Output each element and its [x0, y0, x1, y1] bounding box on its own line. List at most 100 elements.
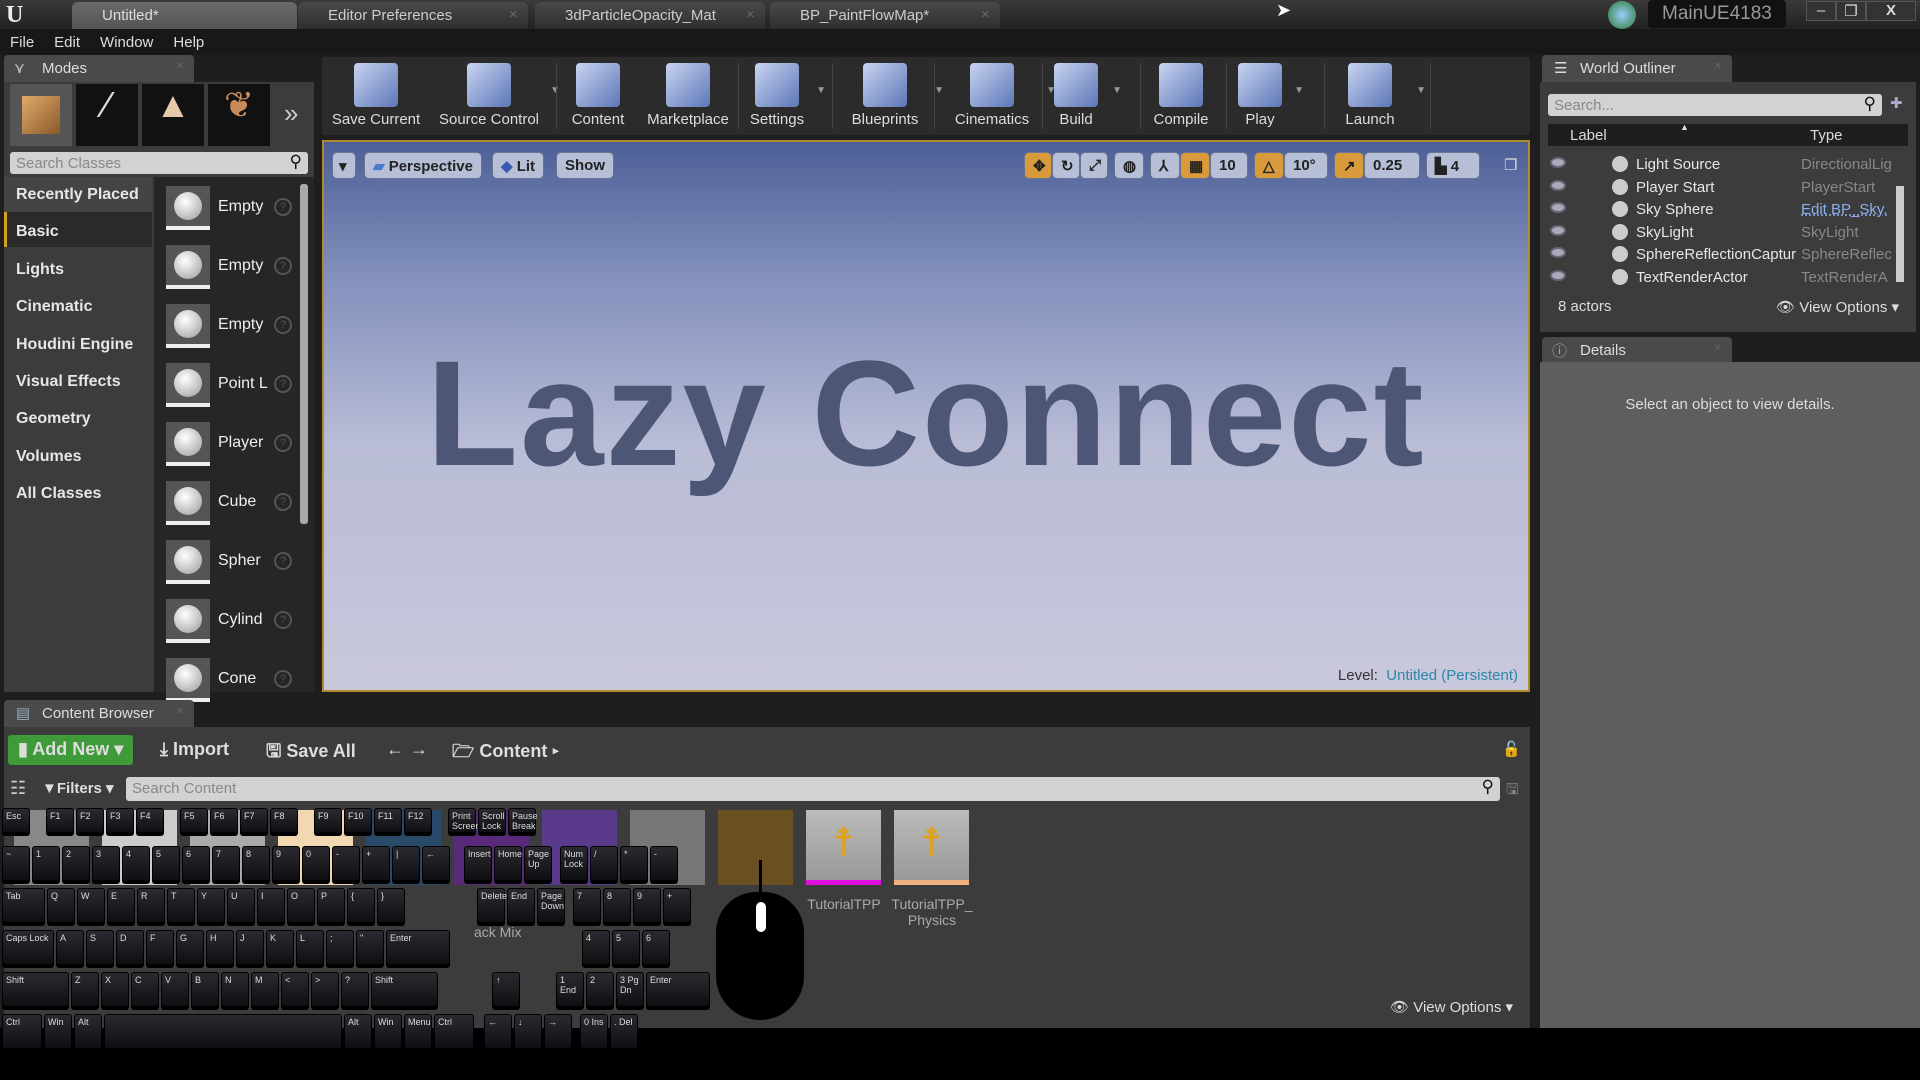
category-cinematic[interactable]: Cinematic: [16, 298, 92, 316]
close-icon[interactable]: ✕: [1714, 343, 1722, 354]
close-icon[interactable]: ✕: [176, 61, 184, 72]
category-volumes[interactable]: Volumes: [16, 448, 82, 466]
toolbar-cinematics-button[interactable]: Cinematics ▼: [944, 57, 1056, 135]
toolbar-build-button[interactable]: Build ▼: [1046, 57, 1122, 135]
toolbar-content-button[interactable]: Content: [566, 57, 630, 135]
help-icon[interactable]: ?: [274, 375, 292, 393]
sources-toggle-icon[interactable]: ☷: [10, 778, 26, 799]
close-icon[interactable]: ✕: [509, 8, 518, 21]
menu-file[interactable]: File: [0, 29, 44, 56]
place-mode-button[interactable]: [10, 84, 72, 146]
camera-speed-button[interactable]: ▙ 4: [1426, 152, 1480, 179]
close-icon[interactable]: ✕: [176, 706, 184, 717]
actor-type[interactable]: Edit BP_Sky.: [1801, 201, 1895, 218]
menu-help[interactable]: Help: [163, 29, 214, 56]
dropdown-arrow-icon[interactable]: ▼: [1294, 85, 1304, 96]
category-recently-placed[interactable]: Recently Placed: [16, 186, 139, 204]
dropdown-arrow-icon[interactable]: ▼: [816, 85, 826, 96]
placeable-item[interactable]: Empty?: [164, 304, 294, 356]
placeable-item[interactable]: Point L?: [164, 363, 294, 415]
visibility-eye-icon[interactable]: [1550, 270, 1566, 281]
tab-untitled[interactable]: Untitled*: [72, 2, 297, 29]
menu-edit[interactable]: Edit: [44, 29, 90, 56]
placeable-item[interactable]: Player?: [164, 422, 294, 474]
foliage-mode-button[interactable]: ❦: [208, 84, 270, 146]
rotation-snap-value[interactable]: 10°: [1284, 152, 1328, 179]
search-classes-input[interactable]: Search Classes ⚲: [10, 152, 308, 174]
visibility-eye-icon[interactable]: [1550, 247, 1566, 259]
help-icon[interactable]: ?: [274, 434, 292, 452]
outliner-row[interactable]: SphereReflectionCaptur SphereReflec: [1550, 244, 1910, 266]
category-houdini-engine[interactable]: Houdini Engine: [16, 336, 133, 354]
save-all-button[interactable]: 🖫 Save All: [260, 735, 362, 765]
maximize-button[interactable]: ❐: [1836, 1, 1866, 21]
close-icon[interactable]: ✕: [981, 8, 990, 21]
close-button[interactable]: X: [1866, 1, 1916, 21]
content-view-options[interactable]: 👁 View Options ▾: [1390, 998, 1513, 1016]
placeable-item[interactable]: Cylind?: [164, 599, 294, 651]
dropdown-arrow-icon[interactable]: ▼: [1112, 85, 1122, 96]
label-column-header[interactable]: Label: [1570, 127, 1607, 144]
outliner-row[interactable]: SkyLight SkyLight: [1550, 222, 1910, 244]
outliner-search-input[interactable]: Search... ⚲: [1548, 94, 1882, 116]
grid-size-value[interactable]: 10: [1210, 152, 1248, 179]
help-icon[interactable]: ?: [274, 257, 292, 275]
save-search-icon[interactable]: 🖫: [1506, 779, 1519, 804]
outliner-row[interactable]: TextRenderActor TextRenderA: [1550, 267, 1910, 289]
toolbar-marketplace-button[interactable]: Marketplace: [642, 57, 734, 135]
close-icon[interactable]: ✕: [746, 8, 755, 21]
placeable-item[interactable]: Empty?: [164, 245, 294, 297]
scale-snap-value[interactable]: 0.25: [1364, 152, 1420, 179]
category-geometry[interactable]: Geometry: [16, 410, 91, 428]
toolbar-play-button[interactable]: Play ▼: [1232, 57, 1304, 135]
show-button[interactable]: Show: [556, 152, 614, 179]
help-icon[interactable]: ?: [274, 552, 292, 570]
help-icon[interactable]: ?: [274, 493, 292, 511]
placeable-item[interactable]: Spher?: [164, 540, 294, 592]
rotation-snap-icon[interactable]: △: [1254, 152, 1284, 179]
lock-icon[interactable]: 🔓: [1502, 740, 1521, 758]
minimize-button[interactable]: –: [1806, 1, 1836, 21]
close-icon[interactable]: ✕: [1714, 61, 1722, 72]
outliner-row[interactable]: Player Start PlayerStart: [1550, 177, 1910, 199]
level-name[interactable]: Untitled (Persistent): [1386, 667, 1518, 684]
category-visual-effects[interactable]: Visual Effects: [16, 373, 121, 391]
dropdown-arrow-icon[interactable]: ▼: [934, 85, 944, 96]
add-filter-icon[interactable]: ✚: [1890, 94, 1903, 112]
world-local-toggle-icon[interactable]: ◍: [1114, 152, 1144, 179]
toolbar-launch-button[interactable]: Launch ▼: [1330, 57, 1426, 135]
toolbar-blueprints-button[interactable]: Blueprints ▼: [842, 57, 944, 135]
world-outliner-tab[interactable]: ☰ World Outliner ✕: [1542, 55, 1732, 82]
grid-snap-icon[interactable]: ▦: [1180, 152, 1210, 179]
lit-button[interactable]: ◆ Lit: [492, 152, 545, 179]
maximize-viewport-icon[interactable]: ❐: [1504, 156, 1517, 174]
type-column-header[interactable]: Type: [1810, 127, 1843, 144]
tab-particle-opacity-mat[interactable]: 3dParticleOpacity_Mat ✕: [535, 2, 765, 29]
outliner-row[interactable]: Light Source DirectionalLig: [1550, 154, 1910, 176]
items-scrollbar[interactable]: [300, 184, 308, 524]
scale-tool-button[interactable]: ⤢: [1080, 152, 1108, 179]
more-modes-icon[interactable]: »: [284, 98, 298, 129]
placeable-item[interactable]: Empty?: [164, 186, 294, 238]
import-button[interactable]: ⤓ Import: [154, 735, 235, 765]
add-new-button[interactable]: ▮ Add New ▾: [8, 735, 134, 765]
visibility-eye-icon[interactable]: [1550, 179, 1566, 191]
scale-snap-icon[interactable]: ↗: [1334, 152, 1364, 179]
level-viewport[interactable]: ▾ ▰ Perspective ◆ Lit Show ✥ ↻ ⤢ ◍ ⅄ ▦ 1…: [322, 140, 1530, 692]
outliner-view-options[interactable]: 👁 View Options ▾: [1776, 298, 1899, 316]
landscape-mode-button[interactable]: ▲: [142, 84, 204, 146]
toolbar-save-current-button[interactable]: Save Current: [330, 57, 422, 135]
help-icon[interactable]: ?: [274, 670, 292, 688]
viewport-options-button[interactable]: ▾: [332, 152, 356, 179]
forward-button[interactable]: →: [404, 735, 434, 765]
toolbar-settings-button[interactable]: Settings ▼: [744, 57, 826, 135]
details-tab[interactable]: ⓘ Details ✕: [1542, 337, 1732, 364]
perspective-button[interactable]: ▰ Perspective: [364, 152, 482, 179]
toolbar-source-control-button[interactable]: Source Control▼: [434, 57, 560, 135]
help-icon[interactable]: ?: [274, 316, 292, 334]
tab-paint-flow-map[interactable]: BP_PaintFlowMap* ✕: [770, 2, 1000, 29]
modes-tab[interactable]: ⋎ Modes ✕: [4, 55, 194, 82]
filters-button[interactable]: ▼Filters ▾: [42, 779, 114, 797]
visibility-eye-icon[interactable]: [1550, 202, 1566, 214]
paint-mode-button[interactable]: ⁄: [76, 84, 138, 146]
